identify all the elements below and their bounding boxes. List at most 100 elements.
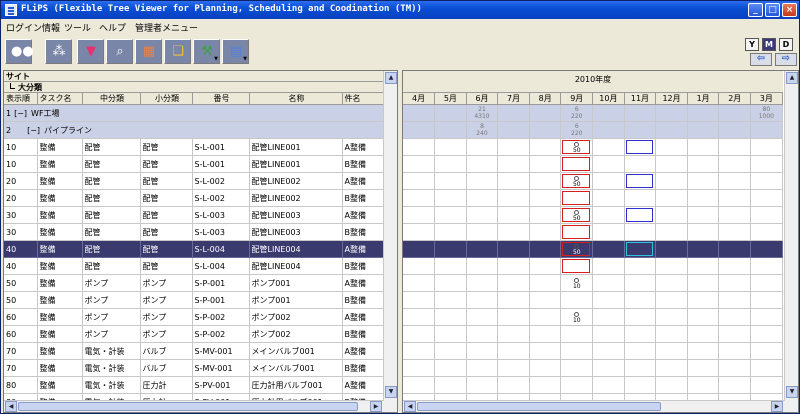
grape-cluster-button[interactable]: ⁂ [45,39,72,64]
gantt-cell[interactable] [624,155,657,173]
gantt-summary-cell[interactable] [592,104,625,122]
cell-task[interactable]: 整備 [37,325,83,343]
gantt-cell[interactable] [624,376,657,394]
gantt-cell[interactable] [497,138,530,156]
gantt-cell[interactable] [687,189,720,207]
gantt-cell[interactable] [718,308,752,326]
gantt-cell[interactable] [592,138,625,156]
gantt-cell[interactable] [592,325,625,343]
gantt-cell[interactable] [560,342,594,360]
gantt-cell[interactable] [560,257,594,275]
chart-export-button[interactable]: ⚒ ▼ [193,39,220,64]
right-vertical-scrollbar[interactable]: ▲ ▼ [784,71,798,412]
gantt-cell[interactable]: 10 [560,274,594,292]
gantt-cell[interactable] [655,223,688,241]
gantt-cell[interactable] [403,274,436,292]
gantt-cell[interactable] [718,172,752,190]
gantt-cell[interactable] [529,206,562,224]
gantt-cell[interactable] [718,189,752,207]
gantt-cell[interactable] [750,342,783,360]
gantt-summary-cell[interactable] [750,121,783,139]
gantt-cell[interactable] [529,172,562,190]
gantt-summary-cell[interactable] [655,121,688,139]
maximize-button[interactable]: □ [765,3,780,17]
group-row-cell[interactable]: 2 [−] パイプライン [4,121,385,139]
gantt-cell[interactable] [403,223,436,241]
gantt-cell[interactable] [434,155,467,173]
prev-period-button[interactable]: ⇦ [750,53,772,66]
gantt-cell[interactable] [655,155,688,173]
gantt-cell[interactable] [529,257,562,275]
cell-task[interactable]: 整備 [37,240,83,258]
cell-order[interactable]: 60 [4,308,38,326]
cell-task[interactable]: 整備 [37,257,83,275]
gantt-row[interactable]: 10 [403,308,783,326]
cell-number[interactable]: S-P-001 [192,291,250,309]
gantt-cell[interactable] [560,359,594,377]
scroll-left-icon[interactable]: ◀ [5,401,17,412]
gantt-cell[interactable]: 50 [560,240,594,258]
gantt-summary-cell[interactable] [718,121,752,139]
month-view-button[interactable]: M [762,38,776,51]
gantt-cell[interactable] [687,257,720,275]
col-header-task[interactable]: タスク名 [37,93,83,105]
schedule-plan-box[interactable] [562,157,591,171]
next-period-button[interactable]: ⇨ [775,53,797,66]
cell-mid-category[interactable]: 配管 [82,206,141,224]
gantt-cell[interactable] [497,206,530,224]
gantt-cell[interactable] [560,155,594,173]
gantt-cell[interactable] [497,291,530,309]
gantt-row[interactable] [403,155,783,173]
task-row[interactable]: 40 整備 配管 配管 S-L-004 配管LINE004 A整備 [4,240,385,258]
cell-task[interactable]: 整備 [37,189,83,207]
cell-number[interactable]: S-L-001 [192,155,250,173]
expand-toggle[interactable]: [−] [27,126,40,135]
gantt-cell[interactable] [592,274,625,292]
cell-name[interactable]: 配管LINE002 [249,189,343,207]
cell-subject[interactable]: A整備 [342,308,385,326]
cell-name[interactable]: 配管LINE004 [249,240,343,258]
gantt-cell[interactable] [466,325,499,343]
cell-name[interactable]: ポンプ002 [249,308,343,326]
filter-button[interactable]: ▼ [77,39,104,64]
binoculars-button[interactable]: ●● [5,39,34,64]
gantt-cell[interactable] [466,155,499,173]
cell-order[interactable]: 20 [4,172,38,190]
task-row[interactable]: 70 整備 電気・計装 バルブ S-MV-001 メインバルブ001 A整備 [4,342,385,360]
gantt-cell[interactable] [592,240,625,258]
stack-button[interactable]: ❏ [164,39,191,64]
col-header-order[interactable]: 表示順 [4,93,38,105]
gantt-cell[interactable] [624,325,657,343]
cell-name[interactable]: 配管LINE004 [249,257,343,275]
gantt-cell[interactable] [434,342,467,360]
gantt-cell[interactable] [750,189,783,207]
gantt-cell[interactable] [750,257,783,275]
col-header-sub-category[interactable]: 小分類 [140,93,193,105]
gantt-cell[interactable] [624,223,657,241]
gantt-cell[interactable] [718,138,752,156]
day-view-button[interactable]: D [779,38,793,51]
gantt-row[interactable] [403,257,783,275]
cell-sub-category[interactable]: ポンプ [140,308,193,326]
cell-mid-category[interactable]: 配管 [82,240,141,258]
gantt-summary-cell[interactable] [403,121,436,139]
cell-name[interactable]: 配管LINE003 [249,223,343,241]
gantt-cell[interactable] [434,308,467,326]
scroll-right-icon[interactable]: ▶ [771,401,783,412]
gantt-cell[interactable] [434,206,467,224]
gantt-group-row[interactable]: 21 4310 6 220 80 1000 [403,104,783,122]
cell-mid-category[interactable]: 配管 [82,223,141,241]
gantt-summary-cell[interactable] [434,121,467,139]
gantt-cell[interactable] [592,155,625,173]
gantt-cell[interactable] [687,172,720,190]
gantt-cell[interactable] [687,376,720,394]
gantt-cell[interactable] [750,172,783,190]
cell-subject[interactable]: A整備 [342,342,385,360]
gantt-cell[interactable] [718,206,752,224]
cell-order[interactable]: 80 [4,376,38,394]
gantt-row[interactable] [403,342,783,360]
cell-name[interactable]: 配管LINE001 [249,138,343,156]
menu-tools[interactable]: ツール [64,21,91,34]
cell-sub-category[interactable]: ポンプ [140,274,193,292]
cell-task[interactable]: 整備 [37,342,83,360]
